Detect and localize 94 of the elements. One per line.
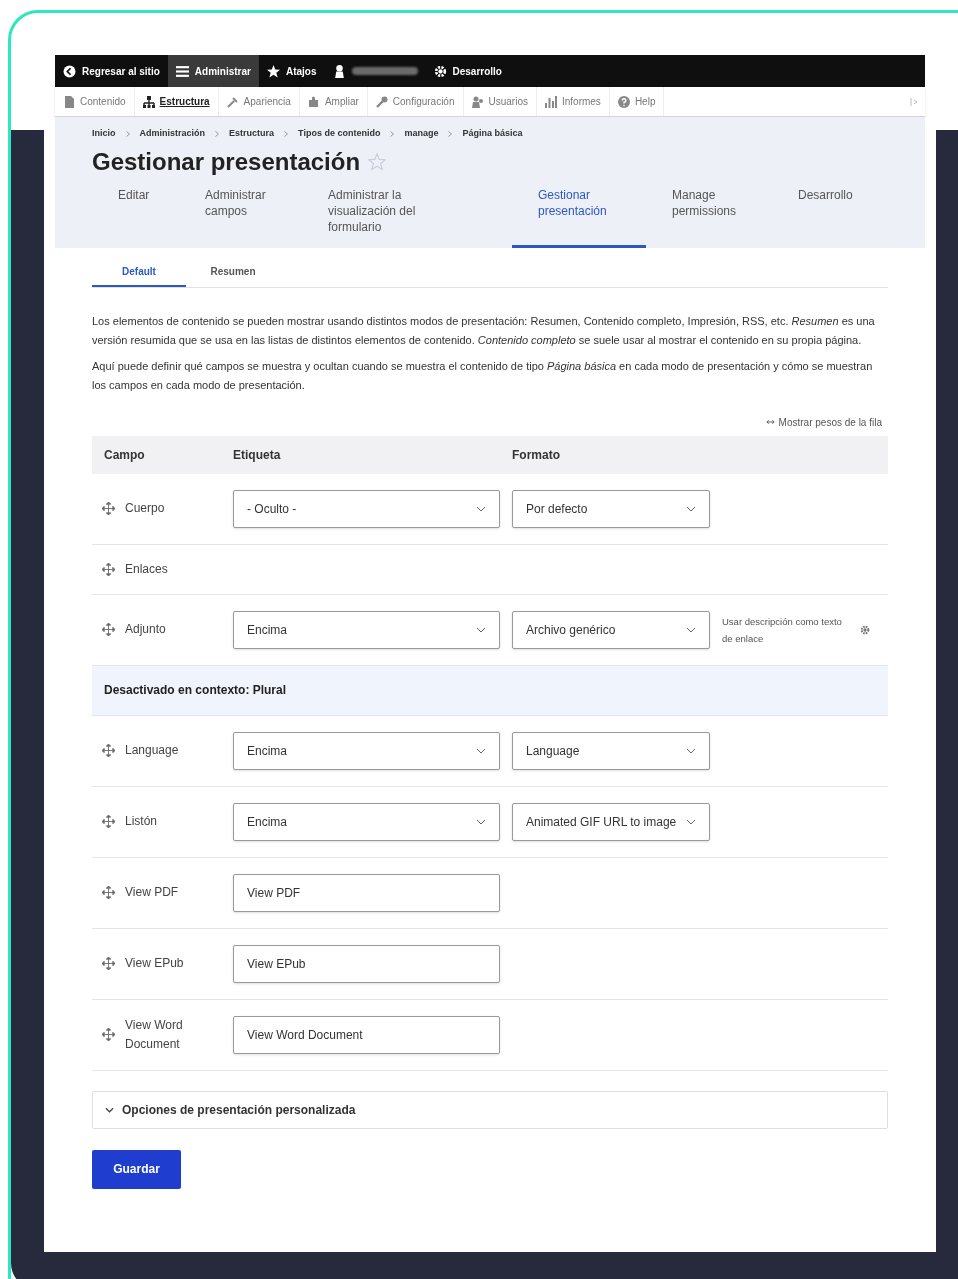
drag-handle-icon[interactable] [102, 562, 115, 576]
drag-handle-icon[interactable] [102, 957, 115, 970]
page-title: Gestionar presentación [92, 146, 361, 177]
help-icon [617, 95, 630, 108]
tab[interactable]: Desarrollo [772, 186, 872, 248]
chevron-right-icon [215, 130, 220, 137]
tab[interactable]: Manage permissions [646, 186, 772, 248]
chevron-down-icon [476, 818, 486, 825]
hierarchy-icon [142, 95, 155, 108]
breadcrumb-link[interactable]: Inicio [92, 127, 116, 141]
breadcrumb-link[interactable]: Página básica [462, 127, 523, 141]
label-select[interactable]: - Oculto - [233, 489, 500, 528]
menu-tab[interactable]: Configuración [367, 87, 464, 116]
chevron-down-icon [476, 747, 486, 754]
format-select[interactable]: Por defecto [512, 489, 710, 528]
favorite-star-icon[interactable] [368, 152, 387, 171]
subtab[interactable]: Default [92, 263, 186, 287]
field-name: View Word Document [125, 1016, 184, 1053]
menu-tab[interactable]: Help [609, 87, 665, 116]
drag-handle-icon[interactable] [102, 502, 115, 515]
field-name: View EPub [125, 955, 184, 972]
column-header: Campo [103, 446, 146, 464]
field-name: Listón [125, 813, 158, 830]
label-select[interactable]: Encima [233, 731, 500, 770]
gear-icon [433, 64, 447, 78]
show-weights-link[interactable]: Mostrar pesos de la fila [765, 414, 882, 430]
breadcrumb-link[interactable]: Administración [139, 127, 206, 141]
format-summary: Usar descripción como texto de enlace [722, 614, 842, 646]
chevron-right-icon [448, 130, 453, 137]
breadcrumb-link[interactable]: manage [404, 127, 439, 141]
toolbar-item[interactable]: Administrar [167, 55, 259, 87]
label-select[interactable]: Encima [233, 802, 500, 841]
menu-tab[interactable]: Contenido [55, 87, 135, 116]
toolbar-item[interactable]: Regresar al sitio [55, 55, 168, 87]
chevron-right-icon [284, 130, 289, 137]
chevron-down-icon [686, 747, 696, 754]
label-text-field[interactable]: View PDF [233, 873, 500, 912]
label-text-field[interactable]: View Word Document [233, 1015, 500, 1054]
chevron-right-icon [125, 130, 130, 137]
chevron-down-icon [476, 626, 486, 633]
toolbar-item[interactable]: Desarrollo [425, 55, 510, 87]
field-name: Enlaces [125, 560, 168, 578]
users-icon [471, 95, 484, 108]
redacted-name [351, 67, 418, 75]
field-name: Cuerpo [125, 500, 165, 517]
chevron-right-icon [390, 130, 395, 137]
chevron-down-icon [686, 818, 696, 825]
label-text-field[interactable]: View EPub [233, 944, 500, 983]
tab[interactable]: Administrar la visualización del formulario [302, 186, 512, 248]
menu-tab[interactable]: Estructura [134, 87, 219, 116]
drag-handle-icon[interactable] [102, 623, 115, 636]
puzzle-icon [307, 95, 320, 108]
drag-handle-icon[interactable] [102, 886, 115, 899]
breadcrumb-link[interactable]: Estructura [229, 127, 275, 141]
wrench-icon [375, 95, 388, 108]
tab[interactable]: Editar [92, 186, 179, 248]
drag-handle-icon[interactable] [102, 1028, 115, 1041]
breadcrumb-link[interactable]: Tipos de contenido [298, 127, 381, 141]
page-icon [63, 95, 75, 108]
chevron-down-icon [476, 505, 486, 512]
drag-handle-icon[interactable] [102, 744, 115, 757]
brush-icon [226, 95, 239, 108]
column-header: Formato [512, 446, 561, 464]
description-text: Aquí puede definir qué campos se muestra y ocultan cuando se muestra el contenido de tipo Página básica en cada modo de presentación y cómo se muestran los campos en cada modo de presentación. [92, 358, 874, 393]
bar-chart-icon [544, 95, 557, 108]
field-name: View PDF [125, 884, 179, 901]
chevron-down-icon [105, 1106, 114, 1113]
gear-icon[interactable] [860, 624, 870, 635]
label-select[interactable]: Encima [233, 610, 500, 649]
field-name: Language [125, 742, 179, 759]
menu-icon [175, 64, 189, 78]
star-icon [266, 64, 280, 78]
column-header: Etiqueta [233, 446, 282, 464]
region-title: Desactivado en contexto: Plural [104, 682, 287, 699]
menu-tab[interactable]: Apariencia [218, 87, 300, 116]
toolbar-item[interactable]: Atajos [258, 55, 325, 87]
user-icon [332, 64, 346, 78]
save-button[interactable]: Guardar [92, 1149, 181, 1189]
drag-handle-icon[interactable] [102, 815, 115, 828]
subtab[interactable]: Resumen [186, 263, 280, 287]
chevron-down-icon [686, 626, 696, 633]
tab[interactable]: Administrar campos [179, 186, 302, 248]
tab[interactable]: Gestionar presentación [512, 186, 646, 248]
chevron-down-icon [686, 505, 696, 512]
format-select[interactable]: Animated GIF URL to image [512, 802, 710, 841]
format-select[interactable]: Archivo genérico [512, 610, 710, 649]
menu-tab[interactable]: Usuarios [463, 87, 537, 116]
menu-tab[interactable]: Informes [536, 87, 610, 116]
details-toggle[interactable]: Opciones de presentación personalizada [92, 1090, 888, 1129]
format-select[interactable]: Language [512, 731, 710, 770]
field-name: Adjunto [125, 621, 166, 638]
description-text: Los elementos de contenido se pueden mostrar usando distintos modos de presentación: Resumen, Contenido completo, Impresión, RSS, etc. Resumen es una versión resumida que se usa en las listas de distintos elementos de contenido. Contenido completo se suele usar al mostrar el contenido en su propia página. [92, 313, 876, 348]
menu-tab[interactable]: Ampliar [299, 87, 368, 116]
double-arrow-icon [765, 419, 775, 425]
